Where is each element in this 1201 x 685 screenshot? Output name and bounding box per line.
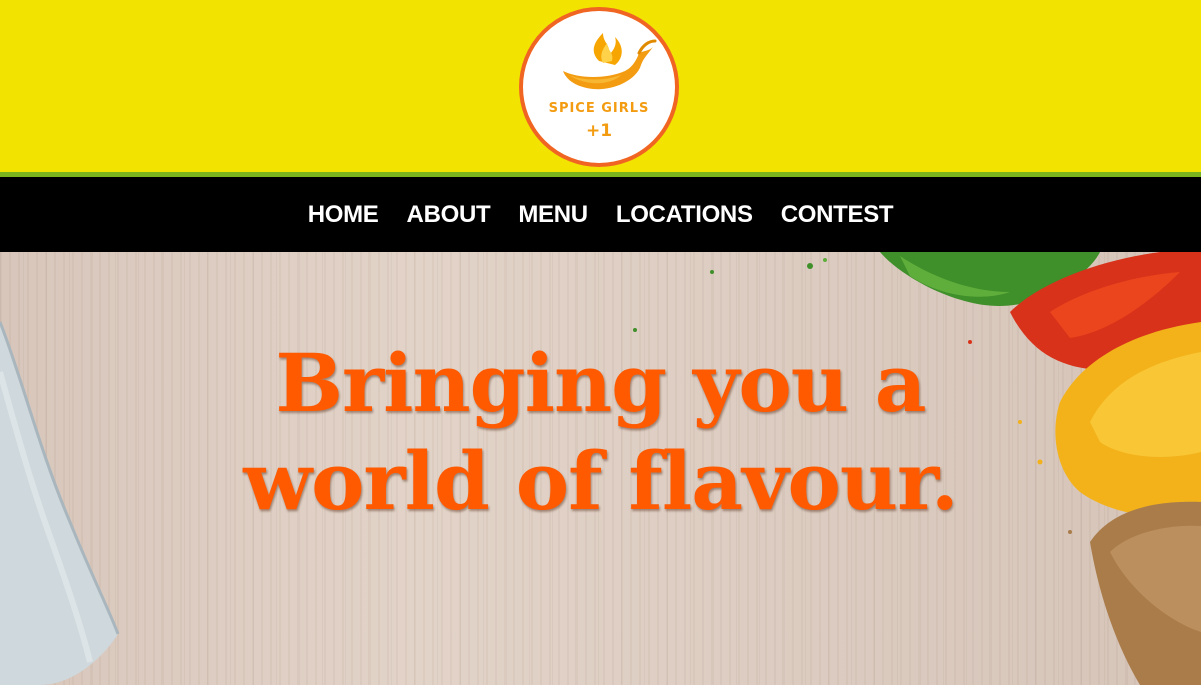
nav-item-about: ABOUT — [407, 201, 491, 229]
nav-item-menu: MENU — [518, 201, 588, 229]
nav-list: HOME ABOUT MENU LOCATIONS CONTEST — [0, 177, 1201, 252]
nav-link-home[interactable]: HOME — [308, 201, 379, 228]
nav-item-locations: LOCATIONS — [616, 201, 753, 229]
chili-pepper-flame-icon — [563, 33, 657, 90]
nav-link-locations[interactable]: LOCATIONS — [616, 201, 753, 228]
brand-subtitle: +1 — [585, 121, 613, 141]
hero-headline-line-2: world of flavour. — [243, 434, 958, 528]
hero-banner: Bringing you a world of flavour. — [0, 252, 1201, 685]
hero-headline-line-1: Bringing you a — [275, 336, 926, 430]
main-nav: HOME ABOUT MENU LOCATIONS CONTEST — [0, 177, 1201, 252]
nav-item-home: HOME — [308, 201, 379, 229]
nav-item-contest: CONTEST — [781, 201, 894, 229]
brand-name: SPICE GIRLS — [548, 101, 650, 116]
nav-link-menu[interactable]: MENU — [518, 201, 588, 228]
nav-link-about[interactable]: ABOUT — [407, 201, 491, 228]
brand-logo[interactable]: SPICE GIRLS +1 — [519, 7, 679, 167]
hero-headline: Bringing you a world of flavour. — [0, 334, 1201, 530]
nav-link-contest[interactable]: CONTEST — [781, 201, 894, 228]
site-header: SPICE GIRLS +1 — [0, 0, 1201, 172]
